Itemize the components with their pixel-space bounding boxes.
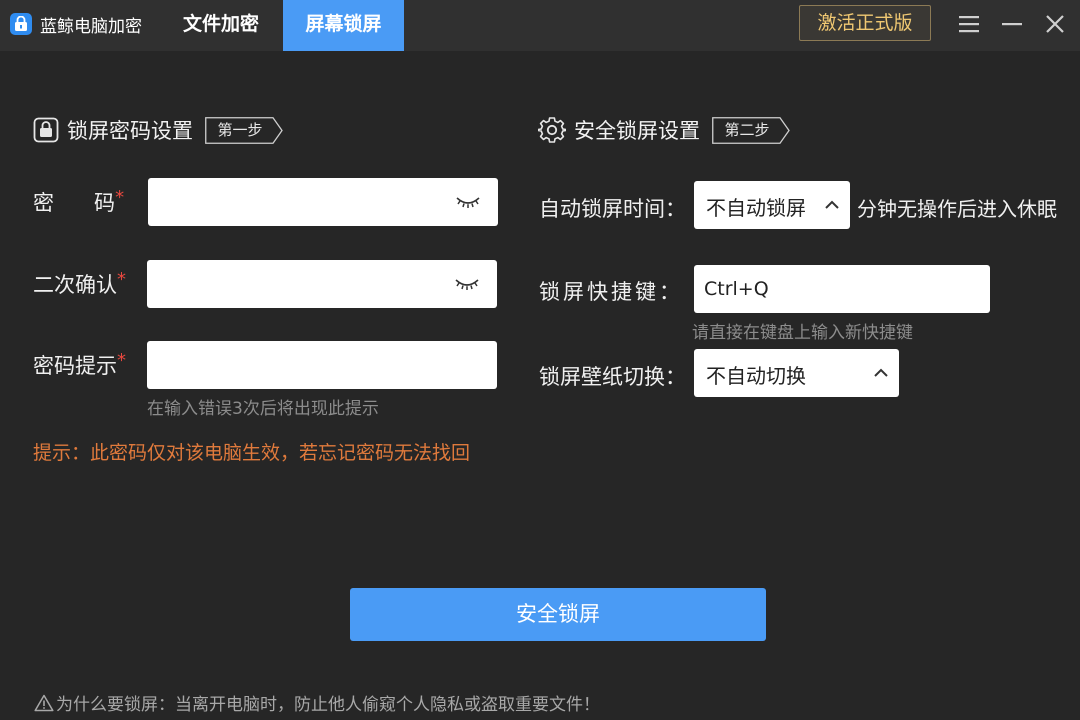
- password-settings-header: 锁屏密码设置 第一步: [33, 114, 283, 146]
- step-badge: 第一步: [205, 116, 283, 144]
- eye-closed-icon[interactable]: [455, 276, 479, 292]
- hotkey-input[interactable]: [704, 265, 974, 313]
- footer-text: 为什么要锁屏：当离开电脑时，防止他人偷窥个人隐私或盗取重要文件！: [56, 695, 600, 715]
- menu-icon[interactable]: [955, 10, 983, 38]
- tab-file-encrypt[interactable]: 文件加密: [164, 0, 278, 51]
- security-settings-header: 安全锁屏设置 第二步: [538, 114, 790, 146]
- wallpaper-value: 不自动切换: [706, 364, 806, 388]
- hotkey-hint: 请直接在键盘上输入新快捷键: [692, 323, 913, 343]
- secure-lock-button[interactable]: 安全锁屏: [350, 588, 766, 641]
- password-field[interactable]: [148, 178, 498, 226]
- auto-lock-suffix: 分钟无操作后进入休眠: [857, 197, 1057, 221]
- eye-closed-icon[interactable]: [456, 194, 480, 210]
- close-icon[interactable]: [1041, 10, 1069, 38]
- section-title: 安全锁屏设置: [574, 119, 700, 143]
- footer-note: 为什么要锁屏：当离开电脑时，防止他人偷窥个人隐私或盗取重要文件！: [34, 690, 600, 715]
- minimize-icon[interactable]: [998, 10, 1026, 38]
- chevron-up-icon: [874, 368, 888, 377]
- lock-icon: [33, 117, 59, 143]
- password-label: 密 码*: [33, 187, 125, 215]
- password-hint-field[interactable]: [147, 341, 497, 389]
- gear-icon: [538, 117, 566, 143]
- password-hint-label: 密码提示*: [33, 350, 126, 378]
- auto-lock-select[interactable]: 不自动锁屏: [694, 181, 850, 229]
- tab-screen-lock[interactable]: 屏幕锁屏: [283, 0, 404, 51]
- app-logo-icon: [10, 13, 32, 35]
- app-name: 蓝鲸电脑加密: [40, 17, 142, 37]
- title-bar: 蓝鲸电脑加密 文件加密 屏幕锁屏 激活正式版: [0, 0, 1080, 51]
- section-title: 锁屏密码设置: [67, 119, 193, 143]
- activate-button[interactable]: 激活正式版: [799, 5, 931, 41]
- step-badge: 第二步: [712, 116, 790, 144]
- confirm-password-label: 二次确认*: [33, 269, 126, 297]
- hotkey-label: 锁屏快捷键：: [539, 280, 683, 304]
- warning-icon: [34, 694, 54, 711]
- password-input[interactable]: [158, 178, 448, 226]
- password-hint-help: 在输入错误3次后将出现此提示: [147, 399, 379, 419]
- wallpaper-label: 锁屏壁纸切换：: [539, 365, 686, 389]
- chevron-up-icon: [825, 200, 839, 209]
- auto-lock-value: 不自动锁屏: [706, 196, 806, 220]
- wallpaper-select[interactable]: 不自动切换: [694, 349, 899, 397]
- auto-lock-label: 自动锁屏时间：: [539, 197, 686, 221]
- password-hint-input[interactable]: [157, 341, 447, 389]
- confirm-password-field[interactable]: [147, 260, 497, 308]
- warning-text: 提示：此密码仅对该电脑生效，若忘记密码无法找回: [33, 442, 471, 464]
- confirm-password-input[interactable]: [157, 260, 447, 308]
- hotkey-field[interactable]: [694, 265, 990, 313]
